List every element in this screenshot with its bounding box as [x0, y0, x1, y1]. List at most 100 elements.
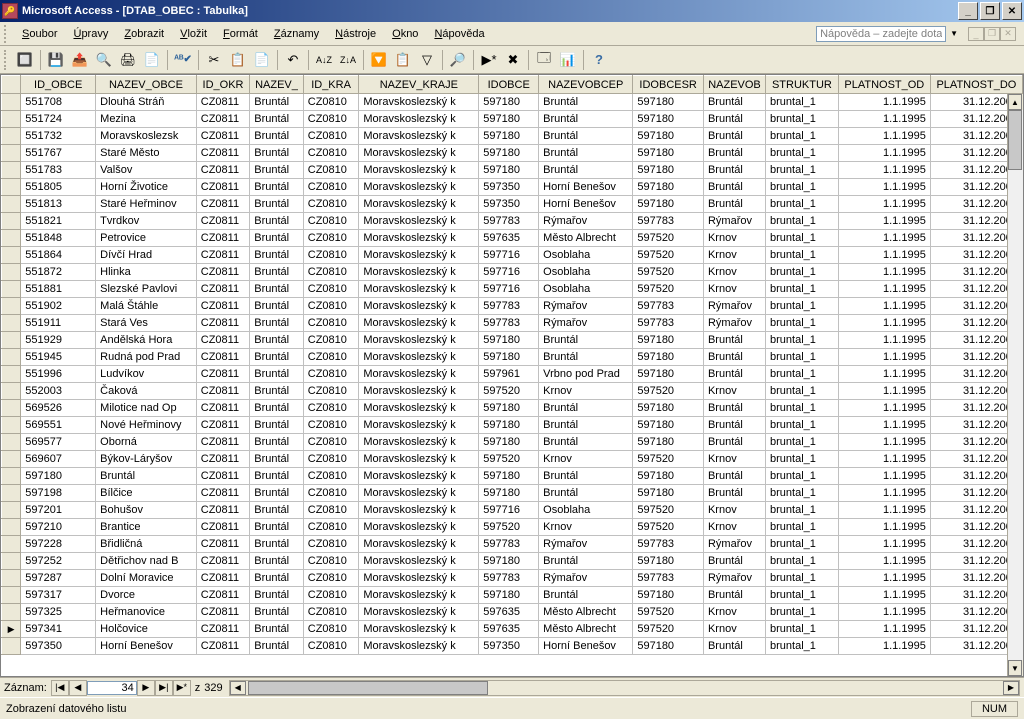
cell[interactable]: Bruntál: [703, 162, 765, 179]
column-header-nazev_[interactable]: NAZEV_: [250, 76, 304, 94]
cell[interactable]: 551996: [21, 366, 96, 383]
cell[interactable]: 551848: [21, 230, 96, 247]
row-selector[interactable]: [2, 621, 21, 638]
cell[interactable]: 597716: [479, 264, 539, 281]
cell[interactable]: 597180: [633, 366, 704, 383]
table-row[interactable]: 569577ObornáCZ0811BruntálCZ0810Moravskos…: [2, 434, 1023, 451]
cell[interactable]: bruntal_1: [766, 485, 839, 502]
new-object-button[interactable]: 📊: [557, 49, 579, 71]
cell[interactable]: 551821: [21, 213, 96, 230]
row-selector[interactable]: [2, 570, 21, 587]
table-row[interactable]: 569526Milotice nad OpCZ0811BruntálCZ0810…: [2, 400, 1023, 417]
cell[interactable]: CZ0810: [303, 502, 359, 519]
cell[interactable]: CZ0810: [303, 196, 359, 213]
cell[interactable]: Krnov: [703, 230, 765, 247]
hscroll-right-arrow[interactable]: ▶: [1003, 681, 1019, 695]
cell[interactable]: Dětřichov nad B: [96, 553, 197, 570]
cell[interactable]: 597783: [479, 570, 539, 587]
cell[interactable]: CZ0810: [303, 553, 359, 570]
cell[interactable]: CZ0811: [196, 553, 250, 570]
cell[interactable]: CZ0811: [196, 315, 250, 332]
cell[interactable]: Moravskoslezský k: [359, 111, 479, 128]
nav-next-button[interactable]: ▶: [137, 680, 155, 696]
cell[interactable]: Krnov: [703, 604, 765, 621]
cell[interactable]: Nové Heřminovy: [96, 417, 197, 434]
cell[interactable]: Bruntál: [250, 417, 304, 434]
cell[interactable]: 597180: [479, 587, 539, 604]
cell[interactable]: Valšov: [96, 162, 197, 179]
menu-soubor[interactable]: Soubor: [14, 25, 65, 43]
cell[interactable]: CZ0810: [303, 247, 359, 264]
nav-last-button[interactable]: ▶|: [155, 680, 173, 696]
cell[interactable]: 569551: [21, 417, 96, 434]
cut-button[interactable]: ✂: [203, 49, 225, 71]
cell[interactable]: 569607: [21, 451, 96, 468]
cell[interactable]: 597716: [479, 247, 539, 264]
cell[interactable]: Moravskoslezský k: [359, 587, 479, 604]
cell[interactable]: Bruntál: [250, 196, 304, 213]
cell[interactable]: 597325: [21, 604, 96, 621]
cell[interactable]: CZ0810: [303, 451, 359, 468]
cell[interactable]: Holčovice: [96, 621, 197, 638]
cell[interactable]: Horní Benešov: [96, 638, 197, 655]
cell[interactable]: bruntal_1: [766, 502, 839, 519]
cell[interactable]: CZ0811: [196, 400, 250, 417]
cell[interactable]: CZ0810: [303, 468, 359, 485]
cell[interactable]: 597520: [633, 383, 704, 400]
cell[interactable]: Osoblaha: [539, 264, 633, 281]
cell[interactable]: 597635: [479, 230, 539, 247]
cell[interactable]: Bruntál: [539, 468, 633, 485]
cell[interactable]: 551724: [21, 111, 96, 128]
cell[interactable]: Bruntál: [703, 349, 765, 366]
mdi-restore-button[interactable]: ❐: [984, 27, 1000, 41]
cell[interactable]: Osoblaha: [539, 281, 633, 298]
cell[interactable]: Moravskoslezský k: [359, 281, 479, 298]
cell[interactable]: CZ0811: [196, 485, 250, 502]
cell[interactable]: 1.1.1995: [838, 638, 930, 655]
cell[interactable]: Bohušov: [96, 502, 197, 519]
cell[interactable]: bruntal_1: [766, 519, 839, 536]
cell[interactable]: 597783: [633, 298, 704, 315]
cell[interactable]: 1.1.1995: [838, 553, 930, 570]
cell[interactable]: 1.1.1995: [838, 604, 930, 621]
cell[interactable]: CZ0810: [303, 485, 359, 502]
row-selector[interactable]: [2, 213, 21, 230]
cell[interactable]: Milotice nad Op: [96, 400, 197, 417]
row-selector[interactable]: [2, 196, 21, 213]
print-button[interactable]: 🖨: [117, 49, 139, 71]
toolbar-grip[interactable]: [4, 50, 10, 70]
cell[interactable]: CZ0811: [196, 604, 250, 621]
cell[interactable]: 597783: [479, 536, 539, 553]
search-button[interactable]: 🔍: [93, 49, 115, 71]
cell[interactable]: Bruntál: [250, 604, 304, 621]
cell[interactable]: 597180: [633, 179, 704, 196]
cell[interactable]: Bruntál: [539, 332, 633, 349]
cell[interactable]: 1.1.1995: [838, 621, 930, 638]
horizontal-scrollbar[interactable]: ◀ ▶: [229, 680, 1020, 696]
database-window-button[interactable]: 🗔: [533, 49, 555, 71]
cell[interactable]: 1.1.1995: [838, 383, 930, 400]
cell[interactable]: 1.1.1995: [838, 451, 930, 468]
cell[interactable]: Bruntál: [250, 179, 304, 196]
cell[interactable]: Mezina: [96, 111, 197, 128]
menu-nástroje[interactable]: Nástroje: [327, 25, 384, 43]
nav-new-button[interactable]: ▶*: [173, 680, 191, 696]
cell[interactable]: Horní Benešov: [539, 196, 633, 213]
cell[interactable]: Bruntál: [250, 332, 304, 349]
cell[interactable]: Krnov: [703, 264, 765, 281]
row-selector[interactable]: [2, 94, 21, 111]
cell[interactable]: bruntal_1: [766, 468, 839, 485]
cell[interactable]: Bruntál: [703, 400, 765, 417]
cell[interactable]: Bruntál: [703, 145, 765, 162]
cell[interactable]: Bruntál: [539, 485, 633, 502]
window-minimize-button[interactable]: _: [958, 2, 978, 20]
cell[interactable]: CZ0810: [303, 128, 359, 145]
cell[interactable]: Hlinka: [96, 264, 197, 281]
cell[interactable]: Bruntál: [539, 145, 633, 162]
cell[interactable]: bruntal_1: [766, 111, 839, 128]
view-button[interactable]: 🔲: [14, 49, 36, 71]
row-selector[interactable]: [2, 162, 21, 179]
cell[interactable]: Bruntál: [250, 94, 304, 111]
cell[interactable]: 597180: [479, 94, 539, 111]
cell[interactable]: CZ0811: [196, 621, 250, 638]
